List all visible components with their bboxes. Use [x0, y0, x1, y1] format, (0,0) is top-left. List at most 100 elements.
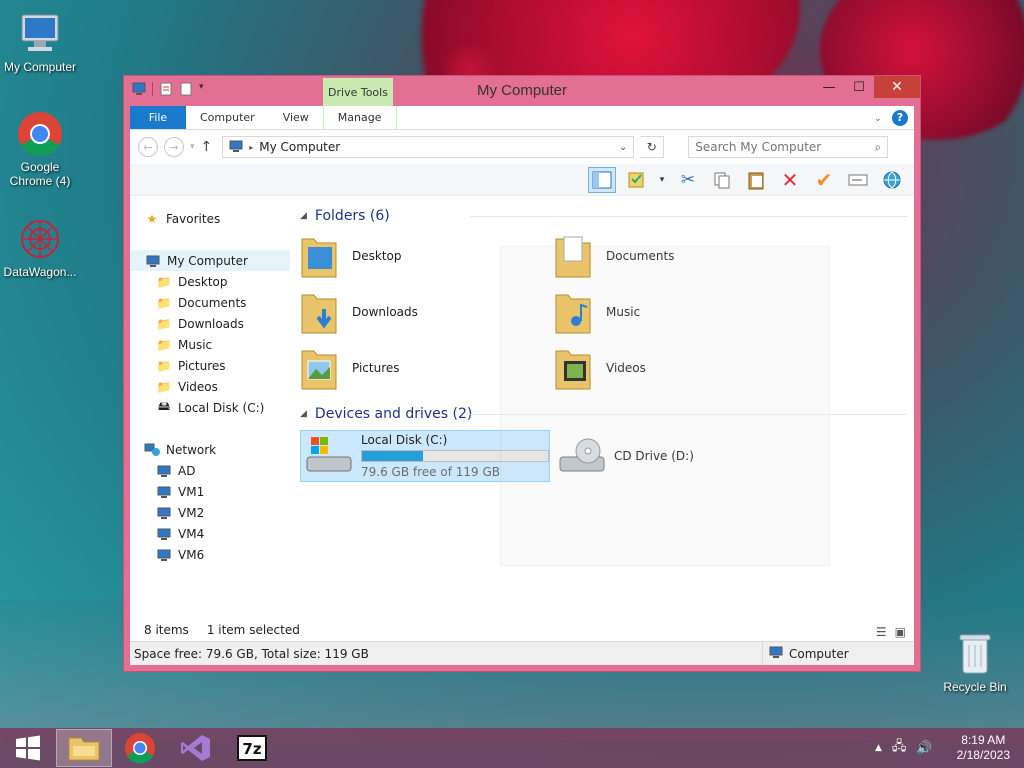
cut-icon[interactable]: ✂ [674, 167, 702, 193]
folder-icon: 📁 [156, 316, 172, 331]
rename-icon[interactable] [844, 167, 872, 193]
close-button[interactable]: ✕ [874, 76, 920, 98]
nav-item-downloads[interactable]: 📁 Downloads [130, 313, 290, 334]
tab-manage[interactable]: Manage [322, 106, 397, 129]
computer-icon [156, 484, 172, 500]
nav-label: AD [178, 463, 196, 478]
datawagon-icon [16, 215, 64, 263]
tab-computer[interactable]: Computer [186, 106, 269, 129]
recycle-bin-icon [951, 630, 999, 678]
location-label: Computer [789, 646, 849, 661]
details-view-icon[interactable]: ☰ [876, 625, 887, 639]
address-bar-row: ← → ▾ ↑ ▸ My Computer ⌄ ↻ ⌕ [130, 130, 914, 164]
taskbar-visual-studio[interactable] [168, 729, 224, 767]
search-input[interactable] [695, 140, 875, 154]
nav-item-pictures[interactable]: 📁 Pictures [130, 355, 290, 376]
network-status-icon[interactable]: 🖧 [892, 737, 907, 759]
7zip-icon: 7z [237, 735, 267, 761]
recent-locations-icon[interactable]: ▾ [190, 142, 195, 152]
nav-label: Documents [178, 295, 247, 310]
title-bar[interactable]: ▾ Drive Tools My Computer — ☐ ✕ [124, 76, 920, 106]
folder-icon: 📁 [156, 274, 172, 289]
check-icon[interactable]: ✔ [810, 167, 838, 193]
refresh-button[interactable]: ↻ [640, 136, 665, 158]
properties-button[interactable] [622, 167, 650, 193]
nav-item-favorites[interactable]: ★ Favorites [130, 208, 290, 229]
nav-item-vm6[interactable]: VM6 [130, 544, 290, 565]
system-tray: ▲ 🖧 🔊 8:19 AM 2/18/2023 [875, 728, 1024, 768]
show-hidden-icons-icon[interactable]: ▲ [875, 743, 882, 753]
computer-icon [156, 547, 172, 563]
folder-label: Pictures [352, 361, 400, 375]
dropdown-arrow-icon[interactable]: ▾ [656, 167, 668, 193]
chrome-icon [125, 733, 155, 764]
selection-count: 1 item selected [206, 623, 300, 637]
desktop-icon-chrome[interactable]: Google Chrome (4) [0, 110, 80, 188]
computer-icon [156, 526, 172, 542]
nav-item-my-computer[interactable]: My Computer [130, 250, 290, 271]
nav-label: Desktop [178, 274, 228, 289]
nav-item-videos[interactable]: 📁 Videos [130, 376, 290, 397]
group-title: Devices and drives (2) [314, 406, 473, 422]
desktop-icon-label: DataWagon... [3, 265, 77, 279]
paste-icon[interactable] [742, 167, 770, 193]
nav-item-ad[interactable]: AD [130, 460, 290, 481]
expand-ribbon-icon[interactable]: ⌄ [874, 113, 882, 124]
forward-button[interactable]: → [164, 137, 184, 157]
tab-file[interactable]: File [130, 106, 186, 129]
search-box[interactable]: ⌕ [688, 136, 889, 158]
desktop-icon-datawagon[interactable]: DataWagon... [0, 215, 80, 279]
volume-icon[interactable]: 🔊 [916, 741, 932, 756]
explorer-body: ★ Favorites My Computer 📁 Desktop 📁 Docume… [130, 198, 914, 619]
nav-item-vm4[interactable]: VM4 [130, 523, 290, 544]
delete-icon[interactable]: ✕ [776, 167, 804, 193]
taskbar-chrome[interactable] [112, 729, 168, 767]
drive-icon: 🖴 [157, 399, 171, 413]
back-button[interactable]: ← [138, 137, 158, 157]
large-icons-view-icon[interactable]: ▣ [895, 625, 906, 639]
copy-icon[interactable] [708, 167, 736, 193]
nav-label: Network [166, 442, 217, 457]
preview-pane-button[interactable] [588, 166, 616, 193]
start-button[interactable] [0, 729, 56, 767]
folder-icon: 📁 [156, 337, 172, 352]
maximize-button[interactable]: ☐ [844, 76, 874, 98]
taskbar-file-explorer[interactable] [56, 729, 112, 767]
desktop-icon-my-computer[interactable]: My Computer [0, 10, 80, 74]
drives-group-header[interactable]: ◢ Devices and drives (2) [300, 402, 914, 426]
taskbar-7zip[interactable]: 7z [224, 729, 280, 767]
status-bar: Space free: 79.6 GB, Total size: 119 GB … [130, 641, 914, 665]
svg-text:7z: 7z [242, 740, 261, 758]
nav-item-desktop[interactable]: 📁 Desktop [130, 271, 290, 292]
folders-group-header[interactable]: ◢ Folders (6) [300, 204, 914, 228]
nav-item-local-disk[interactable]: 🖴 Local Disk (C:) [130, 397, 290, 418]
nav-label: VM6 [178, 547, 205, 562]
address-bar[interactable]: ▸ My Computer ⌄ [222, 136, 635, 158]
videos-folder-icon [554, 345, 592, 391]
nav-label: VM1 [178, 484, 205, 499]
minimize-button[interactable]: — [814, 76, 844, 98]
desktop-icon-label: My Computer [3, 60, 77, 74]
file-explorer-icon [68, 737, 100, 761]
up-button[interactable]: ↑ [201, 139, 213, 155]
nav-item-vm2[interactable]: VM2 [130, 502, 290, 523]
nav-item-vm1[interactable]: VM1 [130, 481, 290, 502]
documents-folder-icon [554, 233, 592, 279]
hard-drive-icon [305, 435, 353, 478]
music-folder-icon [554, 289, 592, 335]
help-icon[interactable]: ? [892, 110, 908, 126]
address-dropdown-icon[interactable]: ⌄ [619, 142, 627, 153]
taskbar: 7z ▲ 🖧 🔊 8:19 AM 2/18/2023 [0, 728, 1024, 768]
nav-item-network[interactable]: Network [130, 439, 290, 460]
nav-label: Favorites [166, 211, 221, 226]
chrome-icon [16, 110, 64, 158]
nav-label: My Computer [167, 253, 248, 268]
nav-label: Music [178, 337, 213, 352]
desktop-icon-recycle-bin[interactable]: Recycle Bin [935, 630, 1015, 694]
nav-item-music[interactable]: 📁 Music [130, 334, 290, 355]
clock[interactable]: 8:19 AM 2/18/2023 [957, 733, 1010, 763]
collapse-arrow-icon: ◢ [300, 211, 307, 221]
nav-item-documents[interactable]: 📁 Documents [130, 292, 290, 313]
network-globe-icon[interactable] [878, 167, 906, 193]
tab-view[interactable]: View [269, 106, 323, 129]
